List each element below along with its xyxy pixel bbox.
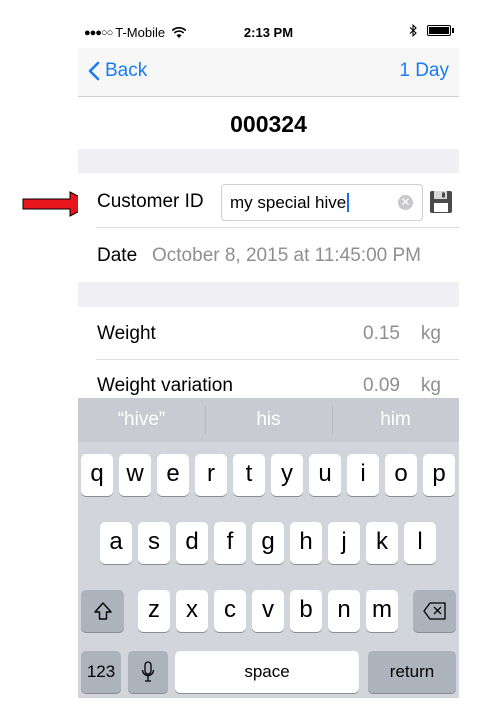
key-d[interactable]: d [176,522,208,564]
weight-unit: kg [420,323,441,344]
key-l[interactable]: l [404,522,436,564]
phone-screen: ●●●○○ T-Mobile 2:13 PM Back 1 Day 000324 [78,18,459,698]
shift-arrow-icon [93,602,112,620]
weight-label: Weight [97,323,156,344]
delete-key[interactable] [413,590,456,632]
numbers-key[interactable]: 123 [81,651,121,693]
space-key[interactable]: space [175,651,359,693]
key-m[interactable]: m [366,590,398,632]
key-j[interactable]: j [328,522,360,564]
key-i[interactable]: i [347,454,379,496]
date-label: Date [97,245,138,266]
navigation-bar: Back 1 Day [78,48,459,97]
date-value: October 8, 2015 at 11:45:00 PM [152,245,421,266]
suggestion-item[interactable]: him [332,409,459,431]
key-u[interactable]: u [309,454,341,496]
key-p[interactable]: p [423,454,455,496]
suggestion-item[interactable]: “hive” [78,409,205,431]
weight-variation-value: 0.09 [363,375,400,396]
text-cursor [347,193,350,212]
chevron-left-icon [88,61,100,81]
key-k[interactable]: k [366,522,398,564]
suggestion-bar: “hive” his him [78,398,459,442]
section-gap [78,282,459,307]
return-key[interactable]: return [368,651,456,693]
customer-id-value: my special hive [230,193,347,212]
key-r[interactable]: r [195,454,227,496]
key-b[interactable]: b [290,590,322,632]
weight-variation-row: Weight variation 0.09 kg [78,360,459,400]
back-button[interactable]: Back [88,60,147,82]
microphone-icon [141,661,155,682]
weight-value: 0.15 [363,323,400,344]
key-q[interactable]: q [81,454,113,496]
weight-variation-label: Weight variation [97,375,233,396]
weight-variation-unit: kg [420,375,441,396]
customer-id-label: Customer ID [97,191,204,212]
key-v[interactable]: v [252,590,284,632]
key-c[interactable]: c [214,590,246,632]
record-title: 000324 [230,111,307,137]
suggestion-item[interactable]: his [205,409,332,431]
keyboard: “hive” his him q w e r t y u i o p a s d… [78,398,459,698]
key-g[interactable]: g [252,522,284,564]
status-bar: ●●●○○ T-Mobile 2:13 PM [78,18,459,48]
one-day-button[interactable]: 1 Day [399,60,449,82]
key-n[interactable]: n [328,590,360,632]
shift-key[interactable] [81,590,124,632]
key-f[interactable]: f [214,522,246,564]
status-time: 2:13 PM [243,25,294,40]
date-row[interactable]: Date October 8, 2015 at 11:45:00 PM [78,228,459,282]
key-x[interactable]: x [176,590,208,632]
key-h[interactable]: h [290,522,322,564]
battery-icon [427,25,454,36]
key-z[interactable]: z [138,590,170,632]
key-w[interactable]: w [119,454,151,496]
key-o[interactable]: o [385,454,417,496]
key-s[interactable]: s [138,522,170,564]
weight-row: Weight 0.15 kg [78,307,459,360]
section-gap [78,149,459,173]
key-a[interactable]: a [100,522,132,564]
backspace-icon [422,602,446,620]
customer-id-input[interactable]: my special hive ✕ [221,184,423,221]
dictation-key[interactable] [128,651,168,693]
key-t[interactable]: t [233,454,265,496]
clear-text-icon[interactable]: ✕ [398,195,413,210]
back-label: Back [105,60,148,81]
key-e[interactable]: e [157,454,189,496]
key-y[interactable]: y [271,454,303,496]
save-icon[interactable] [429,190,453,214]
bluetooth-icon [409,24,417,37]
